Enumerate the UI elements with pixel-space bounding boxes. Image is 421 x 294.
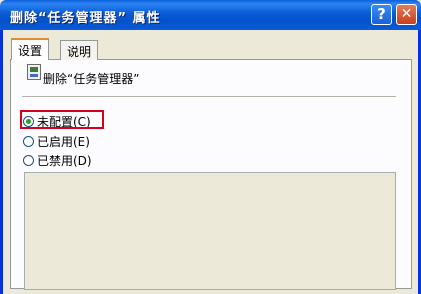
- radio-enabled[interactable]: 已启用(E): [23, 133, 90, 149]
- radio-disabled[interactable]: 已禁用(D): [23, 152, 92, 168]
- window-title: 删除“任务管理器” 属性: [10, 11, 161, 26]
- comment-area: [24, 172, 396, 290]
- policy-name: 删除“任务管理器”: [43, 72, 140, 86]
- separator: [22, 96, 396, 97]
- radio-button[interactable]: [23, 155, 34, 166]
- tab-explain[interactable]: 说明: [60, 40, 99, 60]
- title-bar[interactable]: 删除“任务管理器” 属性 ? ✕: [0, 0, 421, 30]
- policy-icon: [27, 64, 41, 80]
- radio-label-enabled: 已启用(E): [37, 135, 90, 149]
- help-button[interactable]: ?: [371, 4, 392, 25]
- radio-button[interactable]: [23, 136, 34, 147]
- close-button[interactable]: ✕: [396, 4, 417, 25]
- radio-label-disabled: 已禁用(D): [37, 154, 92, 168]
- tab-settings[interactable]: 设置: [11, 38, 50, 60]
- highlight-box: [20, 110, 104, 129]
